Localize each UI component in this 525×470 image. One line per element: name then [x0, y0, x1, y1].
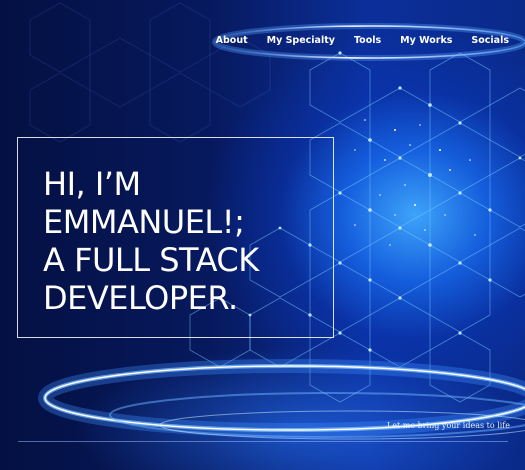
- nav-item-my-specialty[interactable]: My Specialty: [267, 35, 335, 46]
- nav-item-tools[interactable]: Tools: [354, 35, 381, 46]
- page: About My Specialty Tools My Works Social…: [0, 0, 525, 470]
- nav-item-socials[interactable]: Socials: [471, 35, 509, 46]
- nav-item-about[interactable]: About: [216, 35, 248, 46]
- hero-intro-box: HI, I’M EMMANUEL!; A FULL STACK DEVELOPE…: [17, 137, 334, 338]
- nav-item-my-works[interactable]: My Works: [400, 35, 452, 46]
- bottom-divider: [18, 441, 508, 442]
- particle-sparkles: [354, 119, 476, 246]
- hero-heading-line-3: A FULL STACK: [43, 241, 259, 279]
- hero-heading-line-1: HI, I’M: [43, 165, 141, 203]
- hero-heading-line-2: EMMANUEL!;: [43, 203, 245, 241]
- hex-pattern-left: [29, 2, 271, 143]
- hero-heading-line-4: DEVELOPER.: [43, 279, 238, 317]
- main-nav: About My Specialty Tools My Works Social…: [216, 35, 509, 46]
- tagline: Let me bring your ideas to life: [386, 421, 510, 430]
